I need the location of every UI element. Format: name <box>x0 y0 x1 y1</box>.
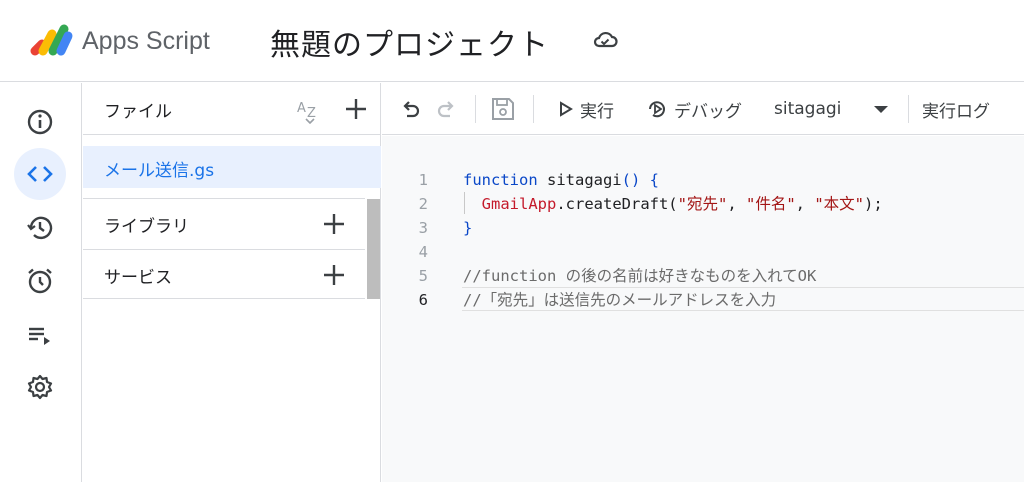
code-token: sitagagi <box>537 171 622 189</box>
history-icon <box>27 216 53 240</box>
run-button[interactable]: 実行 <box>558 83 614 135</box>
code-line[interactable]: 5 //function の後の名前は好きなものを入れてOK <box>382 264 1024 288</box>
code-line[interactable]: 2 GmailApp.createDraft("宛先", "件名", "本文")… <box>382 192 1024 216</box>
code-line[interactable]: 1 function sitagagi() { <box>382 168 1024 192</box>
code-icon <box>27 166 53 182</box>
code-token: .createDraft( <box>556 195 678 213</box>
add-service-icon[interactable] <box>321 262 347 288</box>
toolbar-divider <box>533 95 534 123</box>
function-select[interactable]: sitagagi <box>774 83 889 135</box>
code-token: ); <box>864 195 883 213</box>
rail-history-button[interactable] <box>14 202 66 254</box>
app-header: Apps Script 無題のプロジェクト <box>0 0 1024 82</box>
side-rail <box>0 83 82 482</box>
code-token: function <box>463 171 538 189</box>
undo-icon <box>403 101 420 118</box>
run-label: 実行 <box>580 101 614 122</box>
code-token: "宛先" <box>677 195 728 213</box>
code-token: GmailApp <box>481 195 557 213</box>
code-text: GmailApp.createDraft("宛先", "件名", "本文"); <box>463 192 883 216</box>
execution-log-label: 実行ログ <box>922 101 990 122</box>
save-button[interactable] <box>490 83 516 135</box>
debug-label: デバッグ <box>674 101 742 122</box>
svg-text:Z: Z <box>307 106 316 121</box>
code-token: //function の後の名前は好きなものを入れてOK <box>463 267 817 285</box>
svg-text:A: A <box>297 101 306 116</box>
rail-triggers-button[interactable] <box>14 255 66 307</box>
code-text: //「宛先」は送信先のメールアドレスを入力 <box>463 288 776 312</box>
function-select-value: sitagagi <box>774 99 842 119</box>
rail-overview-button[interactable] <box>14 96 66 148</box>
playlist-icon <box>29 327 50 345</box>
code-token: , <box>795 195 815 213</box>
code-token: , <box>727 195 746 213</box>
debug-icon <box>649 101 665 118</box>
toolbar-divider <box>908 95 909 123</box>
file-item-label: メール送信.gs <box>104 161 215 181</box>
code-editor[interactable]: 1 function sitagagi() {2 GmailApp.createD… <box>382 136 1024 482</box>
alarm-icon <box>28 268 52 294</box>
editor-toolbar: 実行 デバッグ sitagagi 実行ログ <box>382 83 1024 135</box>
code-text: } <box>463 216 472 240</box>
undo-button[interactable] <box>398 83 422 135</box>
execution-log-button[interactable]: 実行ログ <box>922 83 990 135</box>
line-number: 2 <box>418 195 428 213</box>
code-token: //「宛先」は送信先のメールアドレスを入力 <box>463 291 777 309</box>
libraries-section[interactable]: ライブラリ <box>83 198 365 248</box>
files-header: ファイル A Z <box>83 83 381 135</box>
rail-executions-button[interactable] <box>14 309 66 361</box>
services-section[interactable]: サービス <box>83 249 365 299</box>
line-number: 5 <box>418 267 428 285</box>
files-header-label: ファイル <box>104 102 172 122</box>
project-title[interactable]: 無題のプロジェクト <box>270 20 549 64</box>
code-text: //function の後の名前は好きなものを入れてOK <box>463 264 816 288</box>
code-token: "本文" <box>814 195 865 213</box>
code-token: } <box>463 219 473 237</box>
libraries-label: ライブラリ <box>104 217 189 237</box>
code-line[interactable]: 3} <box>382 216 1024 240</box>
line-number: 6 <box>418 291 428 309</box>
code-line[interactable]: 6 //「宛先」は送信先のメールアドレスを入力 <box>382 288 1024 312</box>
line-number: 3 <box>418 219 428 237</box>
rail-settings-button[interactable] <box>14 362 66 414</box>
files-panel: ファイル A Z メール送信.gs ライブラリ サービス <box>83 83 381 482</box>
redo-icon <box>437 101 454 118</box>
line-number: 4 <box>418 243 428 261</box>
toolbar-divider <box>475 95 476 123</box>
sort-az-icon[interactable]: A Z <box>296 96 326 124</box>
info-icon <box>27 109 53 135</box>
redo-button[interactable] <box>435 83 459 135</box>
code-text: function sitagagi() { <box>463 168 659 192</box>
add-library-icon[interactable] <box>321 211 347 237</box>
code-token: "件名" <box>746 195 796 213</box>
add-file-icon[interactable] <box>343 96 369 122</box>
gear-icon <box>27 374 53 400</box>
debug-button[interactable]: デバッグ <box>646 83 742 135</box>
code-line[interactable]: 4 <box>382 240 1024 264</box>
panel-scrollbar[interactable] <box>367 199 380 299</box>
play-icon <box>560 101 573 117</box>
code-token: () { <box>621 171 659 189</box>
dropdown-arrow-icon <box>874 106 889 113</box>
rail-editor-button[interactable] <box>14 148 66 200</box>
save-icon <box>492 98 514 120</box>
file-item-mail-gs[interactable]: メール送信.gs <box>83 146 381 188</box>
services-label: サービス <box>104 268 172 288</box>
line-number: 1 <box>418 171 428 189</box>
cloud-saved-icon <box>593 31 618 48</box>
apps-script-logo[interactable] <box>28 22 74 58</box>
app-name[interactable]: Apps Script <box>82 27 210 56</box>
